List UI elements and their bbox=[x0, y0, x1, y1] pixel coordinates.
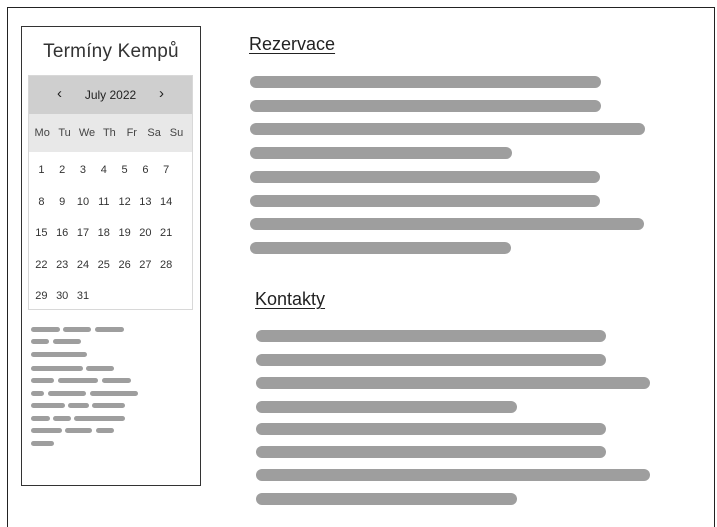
section-title-kontakty[interactable]: Kontakty bbox=[255, 289, 325, 310]
chevron-left-icon[interactable]: ‹ bbox=[57, 85, 62, 103]
chevron-right-icon[interactable]: › bbox=[159, 85, 164, 103]
calendar-day[interactable]: 21 bbox=[156, 227, 177, 239]
calendar-day[interactable]: 8 bbox=[31, 196, 52, 208]
placeholder-bar bbox=[256, 446, 606, 458]
placeholder-bar bbox=[31, 416, 50, 421]
placeholder-bar bbox=[95, 327, 124, 332]
placeholder-bar bbox=[31, 441, 54, 446]
calendar-day[interactable]: 7 bbox=[156, 164, 177, 176]
placeholder-bar bbox=[31, 339, 49, 344]
calendar-day[interactable]: 22 bbox=[31, 259, 52, 271]
placeholder-bar bbox=[256, 330, 606, 342]
placeholder-bar bbox=[31, 378, 54, 383]
weekday-label: Sa bbox=[147, 127, 161, 139]
calendar-week-row: 15 16 17 18 19 20 21 bbox=[31, 221, 191, 253]
placeholder-bar bbox=[250, 218, 644, 230]
placeholder-bar bbox=[63, 327, 91, 332]
calendar-day[interactable]: 6 bbox=[135, 164, 156, 176]
calendar-day[interactable]: 4 bbox=[93, 164, 114, 176]
placeholder-bar bbox=[250, 147, 512, 159]
calendar-day[interactable]: 18 bbox=[93, 227, 114, 239]
calendar-day[interactable]: 13 bbox=[135, 196, 156, 208]
calendar-day[interactable]: 15 bbox=[31, 227, 52, 239]
calendar-day[interactable]: 14 bbox=[156, 196, 177, 208]
calendar-day[interactable]: 20 bbox=[135, 227, 156, 239]
calendar-day[interactable]: 28 bbox=[156, 259, 177, 271]
weekday-label: Tu bbox=[58, 127, 71, 139]
sidebar: Termíny Kempů ‹ July 2022 › Mo Tu We Th … bbox=[21, 26, 201, 486]
placeholder-bar bbox=[53, 416, 71, 421]
calendar-day[interactable]: 3 bbox=[73, 164, 94, 176]
calendar-day[interactable]: 30 bbox=[52, 290, 73, 302]
calendar-day[interactable]: 5 bbox=[114, 164, 135, 176]
placeholder-bar bbox=[250, 123, 645, 135]
placeholder-bar bbox=[102, 378, 131, 383]
calendar-day[interactable]: 27 bbox=[135, 259, 156, 271]
calendar-day[interactable]: 26 bbox=[114, 259, 135, 271]
placeholder-bar bbox=[250, 171, 600, 183]
placeholder-bar bbox=[92, 403, 125, 408]
weekday-label: Fr bbox=[126, 127, 137, 139]
calendar-day[interactable]: 24 bbox=[73, 259, 94, 271]
placeholder-bar bbox=[31, 366, 83, 371]
calendar-day[interactable]: 29 bbox=[31, 290, 52, 302]
calendar-day[interactable]: 19 bbox=[114, 227, 135, 239]
calendar-month-label: July 2022 bbox=[84, 88, 137, 102]
placeholder-bar bbox=[256, 423, 606, 435]
weekday-label: Th bbox=[102, 127, 116, 139]
placeholder-bar bbox=[96, 428, 114, 433]
calendar-day[interactable]: 1 bbox=[31, 164, 52, 176]
placeholder-bar bbox=[31, 391, 44, 396]
calendar: ‹ July 2022 › Mo Tu We Th Fr Sa Su 1 2 3… bbox=[28, 75, 193, 310]
placeholder-bar bbox=[256, 493, 517, 505]
placeholder-bar bbox=[53, 339, 81, 344]
placeholder-bar bbox=[58, 378, 98, 383]
calendar-days: 1 2 3 4 5 6 7 8 9 10 11 12 13 14 15 16 1… bbox=[31, 158, 191, 316]
placeholder-bar bbox=[31, 428, 62, 433]
calendar-day[interactable]: 11 bbox=[93, 196, 114, 208]
placeholder-bar bbox=[68, 403, 89, 408]
calendar-week-row: 8 9 10 11 12 13 14 bbox=[31, 190, 191, 222]
calendar-day[interactable]: 16 bbox=[52, 227, 73, 239]
placeholder-bar bbox=[65, 428, 92, 433]
placeholder-bar bbox=[74, 416, 125, 421]
weekday-label: Mo bbox=[34, 127, 50, 139]
weekday-label: Su bbox=[169, 127, 184, 139]
weekday-label: We bbox=[78, 127, 96, 139]
placeholder-bar bbox=[256, 401, 517, 413]
placeholder-bar bbox=[31, 352, 87, 357]
calendar-week-row: 22 23 24 25 26 27 28 bbox=[31, 253, 191, 285]
calendar-day[interactable]: 25 bbox=[93, 259, 114, 271]
placeholder-bar bbox=[250, 195, 600, 207]
calendar-day[interactable]: 2 bbox=[52, 164, 73, 176]
placeholder-bar bbox=[48, 391, 86, 396]
calendar-day[interactable]: 9 bbox=[52, 196, 73, 208]
calendar-week-row: 1 2 3 4 5 6 7 bbox=[31, 158, 191, 190]
placeholder-bar bbox=[90, 391, 138, 396]
calendar-day[interactable]: 31 bbox=[73, 290, 94, 302]
placeholder-bar bbox=[256, 469, 650, 481]
section-title-rezervace[interactable]: Rezervace bbox=[249, 34, 335, 55]
calendar-day[interactable]: 10 bbox=[73, 196, 94, 208]
calendar-day[interactable]: 12 bbox=[114, 196, 135, 208]
placeholder-bar bbox=[250, 76, 601, 88]
calendar-weekday-row: Mo Tu We Th Fr Sa Su bbox=[29, 114, 192, 152]
placeholder-bar bbox=[250, 242, 511, 254]
sidebar-title: Termíny Kempů bbox=[43, 41, 179, 62]
calendar-week-row: 29 30 31 bbox=[31, 284, 191, 316]
placeholder-bar bbox=[86, 366, 114, 371]
calendar-day[interactable]: 17 bbox=[73, 227, 94, 239]
placeholder-bar bbox=[256, 354, 606, 366]
placeholder-bar bbox=[256, 377, 650, 389]
placeholder-bar bbox=[31, 403, 65, 408]
calendar-day[interactable]: 23 bbox=[52, 259, 73, 271]
placeholder-bar bbox=[250, 100, 601, 112]
calendar-header: ‹ July 2022 › bbox=[29, 76, 192, 114]
placeholder-bar bbox=[31, 327, 60, 332]
